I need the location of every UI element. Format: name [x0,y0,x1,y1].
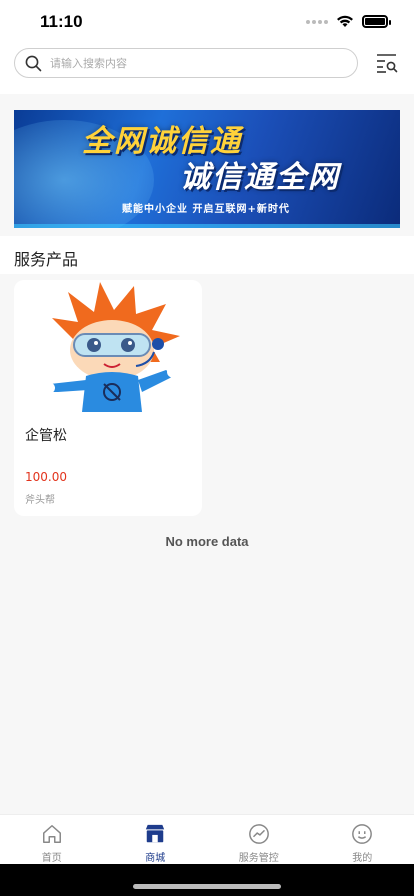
tab-home[interactable]: 首页 [0,815,104,864]
banner-strip [14,224,400,228]
wifi-icon [337,15,353,27]
search-input[interactable] [50,56,330,70]
bottom-tabbar: 首页 商城 服务管控 我的 [0,814,414,864]
tab-store[interactable]: 商城 [104,815,208,864]
tab-label-home: 首页 [41,853,62,864]
product-price: 100.00 [25,470,67,484]
product-name: 企管松 [25,428,67,444]
home-icon [42,825,61,843]
product-card[interactable]: 企管松 100.00 斧头帮 [14,280,202,516]
chart-icon [248,824,269,844]
banner-subtitle: 赋能中小企业 开启互联网+新时代 [122,204,290,215]
no-more-data-text: No more data [165,534,249,549]
status-time: 11:10 [40,12,83,31]
home-indicator[interactable] [133,884,281,889]
tab-label-mine: 我的 [352,853,373,864]
filter-search-icon[interactable] [376,52,398,74]
smile-icon [352,824,373,844]
search-bar[interactable] [14,48,358,78]
store-icon [146,824,165,843]
tab-label-store: 商城 [145,853,166,864]
battery-icon [362,15,391,28]
section-title: 服务产品 [14,250,79,269]
tab-mine[interactable]: 我的 [311,815,414,864]
status-icons [306,15,391,28]
header [0,44,414,94]
promo-banner[interactable]: 全网诚信通 诚信通全网 赋能中小企业 开启互联网+新时代 [14,110,400,228]
home-indicator-area [0,864,414,896]
product-shop: 斧头帮 [25,495,55,506]
tab-service-control[interactable]: 服务管控 [207,815,311,864]
banner-headline-2: 诚信通全网 [180,161,340,194]
product-mascot-image [41,282,181,412]
status-bar: 11:10 [0,0,414,44]
search-icon [25,55,42,71]
signal-icon [306,19,328,24]
tab-label-service-control: 服务管控 [238,853,279,864]
